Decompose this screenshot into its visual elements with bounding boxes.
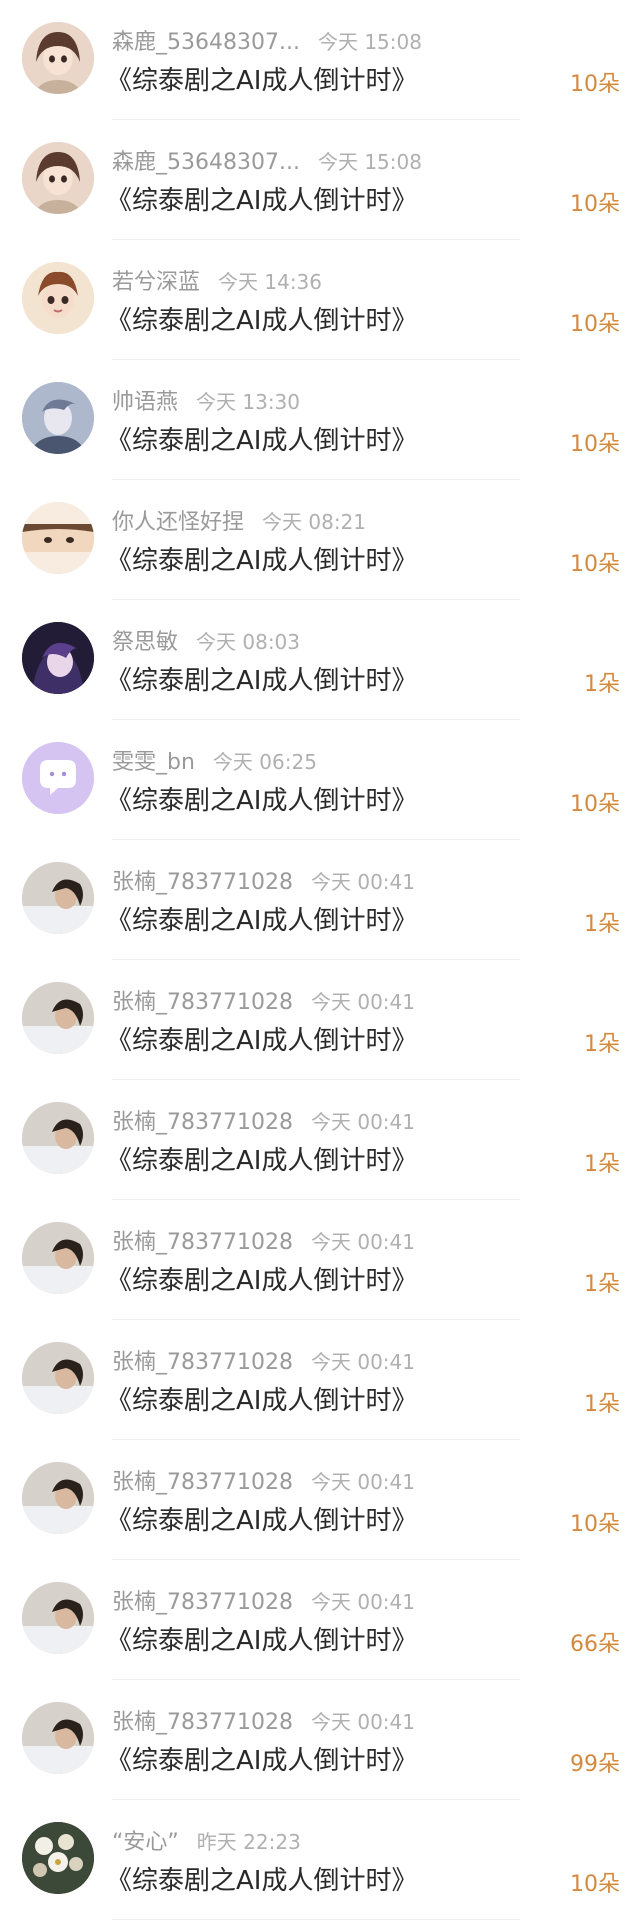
user-name[interactable]: “安心” <box>112 1824 179 1856</box>
timestamp: 今天 08:03 <box>196 630 301 654</box>
timestamp: 今天 00:41 <box>310 1350 415 1374</box>
flower-count: 1朵 <box>584 672 620 697</box>
list-item[interactable]: 张楠_783771028 今天 00:41 《综泰剧之AI成人倒计时》 1朵 <box>0 960 640 1080</box>
list-item[interactable]: 张楠_783771028 今天 00:41 《综泰剧之AI成人倒计时》 1朵 <box>0 1200 640 1320</box>
timestamp: 今天 00:41 <box>310 1230 415 1254</box>
flower-count: 1朵 <box>584 1152 620 1177</box>
list-item[interactable]: 张楠_783771028 今天 00:41 《综泰剧之AI成人倒计时》 10朵 <box>0 1440 640 1560</box>
avatar[interactable] <box>22 142 94 214</box>
list-item[interactable]: 帅语燕 今天 13:30 《综泰剧之AI成人倒计时》 10朵 <box>0 360 640 480</box>
book-title[interactable]: 《综泰剧之AI成人倒计时》 <box>106 1620 417 1657</box>
user-name[interactable]: 祭思敏 <box>112 624 178 656</box>
user-name[interactable]: 张楠_783771028 <box>112 1104 293 1136</box>
flower-count: 10朵 <box>570 1512 620 1537</box>
avatar[interactable] <box>22 1582 94 1654</box>
timestamp: 今天 00:41 <box>310 1710 415 1734</box>
avatar[interactable] <box>22 1822 94 1894</box>
book-title[interactable]: 《综泰剧之AI成人倒计时》 <box>106 900 417 937</box>
list-item[interactable]: 张楠_783771028 今天 00:41 《综泰剧之AI成人倒计时》 1朵 <box>0 1320 640 1440</box>
avatar[interactable] <box>22 382 94 454</box>
list-item[interactable]: “安心” 昨天 22:23 《综泰剧之AI成人倒计时》 10朵 <box>0 1800 640 1920</box>
timestamp: 今天 00:41 <box>310 1470 415 1494</box>
avatar[interactable] <box>22 622 94 694</box>
flower-count: 66朵 <box>570 1632 620 1657</box>
timestamp: 今天 15:08 <box>317 150 422 174</box>
avatar[interactable] <box>22 262 94 334</box>
book-title[interactable]: 《综泰剧之AI成人倒计时》 <box>106 1860 417 1897</box>
timestamp: 今天 00:41 <box>310 990 415 1014</box>
user-name[interactable]: 雯雯_bn <box>112 744 195 776</box>
list-item[interactable]: 张楠_783771028 今天 00:41 《综泰剧之AI成人倒计时》 1朵 <box>0 1080 640 1200</box>
timestamp: 今天 00:41 <box>310 1590 415 1614</box>
timestamp: 今天 14:36 <box>218 270 323 294</box>
book-title[interactable]: 《综泰剧之AI成人倒计时》 <box>106 1260 417 1297</box>
flower-count: 10朵 <box>570 72 620 97</box>
list-item[interactable]: 祭思敏 今天 08:03 《综泰剧之AI成人倒计时》 1朵 <box>0 600 640 720</box>
book-title[interactable]: 《综泰剧之AI成人倒计时》 <box>106 1020 417 1057</box>
list-item[interactable]: 若兮深蓝 今天 14:36 《综泰剧之AI成人倒计时》 10朵 <box>0 240 640 360</box>
avatar[interactable] <box>22 1702 94 1774</box>
timestamp: 今天 06:25 <box>212 750 317 774</box>
user-name[interactable]: 森鹿_53648307... <box>112 144 300 176</box>
timestamp: 今天 00:41 <box>310 870 415 894</box>
user-name[interactable]: 张楠_783771028 <box>112 1704 293 1736</box>
user-name[interactable]: 张楠_783771028 <box>112 864 293 896</box>
avatar[interactable] <box>22 502 94 574</box>
timestamp: 今天 08:21 <box>262 510 367 534</box>
flower-count: 1朵 <box>584 1272 620 1297</box>
flower-count: 10朵 <box>570 1872 620 1897</box>
list-item[interactable]: 雯雯_bn 今天 06:25 《综泰剧之AI成人倒计时》 10朵 <box>0 720 640 840</box>
avatar[interactable] <box>22 982 94 1054</box>
user-name[interactable]: 张楠_783771028 <box>112 1464 293 1496</box>
book-title[interactable]: 《综泰剧之AI成人倒计时》 <box>106 1500 417 1537</box>
user-name[interactable]: 森鹿_53648307... <box>112 24 300 56</box>
user-name[interactable]: 张楠_783771028 <box>112 1344 293 1376</box>
flower-count: 1朵 <box>584 1392 620 1417</box>
timestamp: 今天 15:08 <box>317 30 422 54</box>
book-title[interactable]: 《综泰剧之AI成人倒计时》 <box>106 60 417 97</box>
book-title[interactable]: 《综泰剧之AI成人倒计时》 <box>106 780 417 817</box>
gift-record-list: 森鹿_53648307... 今天 15:08 《综泰剧之AI成人倒计时》 10朵 森鹿… <box>0 0 640 1920</box>
user-name[interactable]: 张楠_783771028 <box>112 1224 293 1256</box>
book-title[interactable]: 《综泰剧之AI成人倒计时》 <box>106 540 417 577</box>
list-item[interactable]: 森鹿_53648307... 今天 15:08 《综泰剧之AI成人倒计时》 10朵 <box>0 120 640 240</box>
book-title[interactable]: 《综泰剧之AI成人倒计时》 <box>106 660 417 697</box>
flower-count: 10朵 <box>570 432 620 457</box>
user-name[interactable]: 帅语燕 <box>112 384 178 416</box>
avatar[interactable] <box>22 1102 94 1174</box>
user-name[interactable]: 若兮深蓝 <box>112 264 200 296</box>
flower-count: 10朵 <box>570 792 620 817</box>
avatar[interactable] <box>22 742 94 814</box>
timestamp: 昨天 22:23 <box>196 1830 301 1854</box>
flower-count: 1朵 <box>584 1032 620 1057</box>
user-name[interactable]: 张楠_783771028 <box>112 1584 293 1616</box>
flower-count: 99朵 <box>570 1752 620 1777</box>
flower-count: 10朵 <box>570 312 620 337</box>
avatar[interactable] <box>22 1342 94 1414</box>
book-title[interactable]: 《综泰剧之AI成人倒计时》 <box>106 1380 417 1417</box>
flower-count: 1朵 <box>584 912 620 937</box>
flower-count: 10朵 <box>570 552 620 577</box>
book-title[interactable]: 《综泰剧之AI成人倒计时》 <box>106 300 417 337</box>
book-title[interactable]: 《综泰剧之AI成人倒计时》 <box>106 180 417 217</box>
timestamp: 今天 13:30 <box>196 390 301 414</box>
book-title[interactable]: 《综泰剧之AI成人倒计时》 <box>106 1140 417 1177</box>
book-title[interactable]: 《综泰剧之AI成人倒计时》 <box>106 1740 417 1777</box>
avatar[interactable] <box>22 22 94 94</box>
avatar[interactable] <box>22 1462 94 1534</box>
user-name[interactable]: 你人还怪好捏 <box>112 504 244 536</box>
list-item[interactable]: 你人还怪好捏 今天 08:21 《综泰剧之AI成人倒计时》 10朵 <box>0 480 640 600</box>
chat-bubble-icon <box>22 742 94 814</box>
divider <box>112 1919 520 1920</box>
avatar[interactable] <box>22 1222 94 1294</box>
list-item[interactable]: 森鹿_53648307... 今天 15:08 《综泰剧之AI成人倒计时》 10朵 <box>0 0 640 120</box>
avatar[interactable] <box>22 862 94 934</box>
list-item[interactable]: 张楠_783771028 今天 00:41 《综泰剧之AI成人倒计时》 66朵 <box>0 1560 640 1680</box>
timestamp: 今天 00:41 <box>310 1110 415 1134</box>
list-item[interactable]: 张楠_783771028 今天 00:41 《综泰剧之AI成人倒计时》 1朵 <box>0 840 640 960</box>
book-title[interactable]: 《综泰剧之AI成人倒计时》 <box>106 420 417 457</box>
flower-count: 10朵 <box>570 192 620 217</box>
list-item[interactable]: 张楠_783771028 今天 00:41 《综泰剧之AI成人倒计时》 99朵 <box>0 1680 640 1800</box>
user-name[interactable]: 张楠_783771028 <box>112 984 293 1016</box>
